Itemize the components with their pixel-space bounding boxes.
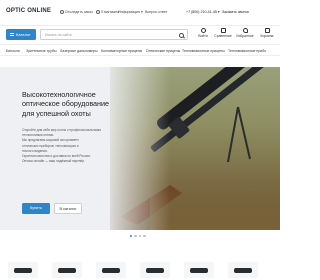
nav-item-rangefinders[interactable]: Лазерные дальномеры [60,49,98,53]
to-catalog-button[interactable]: В каталог [54,203,82,214]
hero-title-line: Высокотехнологичное [22,90,96,99]
product-card[interactable] [184,262,214,278]
heart-icon [242,28,248,33]
product-image [190,268,208,273]
nav-item-thermal-devices[interactable]: Тепловизионные прибо [228,49,266,53]
cart-icon [264,28,270,33]
site-logo[interactable]: OPTIC ONLINE [6,8,51,14]
buy-button[interactable]: Купить [22,203,50,214]
truck-icon [60,10,64,14]
product-image [102,268,120,273]
stores-link[interactable]: 3 магазина [96,10,119,14]
product-image [14,268,32,273]
nav-item-thermal-scopes[interactable]: Тепловизионные прицелы [182,49,225,53]
search-placeholder: Искать на сайте [45,33,72,37]
user-icon [200,28,206,33]
product-image [234,268,252,273]
product-image [58,268,76,273]
top-bar: OPTIC ONLINE Отследить заказ 3 магазина … [0,0,280,26]
product-image [146,268,164,273]
nav-item-riflescopes[interactable]: Оптические прицелы [146,49,180,53]
nav-item-red-dot-sights[interactable]: Коллиматорные прицелы [101,49,142,53]
info-menu[interactable]: Информация ▾ [118,10,143,14]
slider-dot[interactable] [138,234,142,237]
login-button[interactable]: Войти [192,28,214,38]
compare-button[interactable]: Сравнение [212,28,234,38]
hero-title-line: оптическое оборудование [22,99,110,109]
product-card[interactable] [140,262,170,278]
catalog-button[interactable]: Каталог [6,29,36,40]
track-order-link[interactable]: Отследить заказ [60,10,93,14]
slider-dot[interactable] [134,234,137,237]
slider-dot[interactable] [143,234,146,237]
product-card[interactable] [228,262,258,278]
product-card[interactable] [52,262,82,278]
nav-item-binoculars[interactable]: Бинокли [6,49,20,53]
compare-icon [220,28,226,33]
hero-desc-line: Оптика онлайн — ваш надёжный партнёр. [22,159,85,164]
phone-number[interactable]: +7 (800) 210-41-45 ▾ [186,10,220,14]
faq-link[interactable]: Вопрос-ответ [145,10,167,14]
product-carousel [0,258,280,280]
hero-title-line: для успешной охоты [22,108,91,118]
product-card[interactable] [96,262,126,278]
slider-dot[interactable] [130,234,133,237]
main-header: Каталог Искать на сайте Войти Сравнение … [0,26,280,44]
callback-link[interactable]: Заказать звонок [222,10,249,14]
cart-button[interactable]: Корзина [256,28,278,38]
category-nav: Бинокли Зрительные трубы Лазерные дально… [0,44,280,56]
search-icon[interactable] [179,32,184,38]
slider-dots [130,224,148,242]
nav-item-spotting-scopes[interactable]: Зрительные трубы [26,49,56,53]
search-input[interactable]: Искать на сайте [40,29,188,40]
favorites-button[interactable]: Избранное [234,28,256,38]
product-card[interactable] [8,262,38,278]
hero-title: Высокотехнологичное оптическое оборудова… [22,90,162,118]
menu-icon [10,33,14,36]
hero-description: Откройте для себя мир охоты с профессион… [22,128,140,164]
location-icon [96,10,100,14]
